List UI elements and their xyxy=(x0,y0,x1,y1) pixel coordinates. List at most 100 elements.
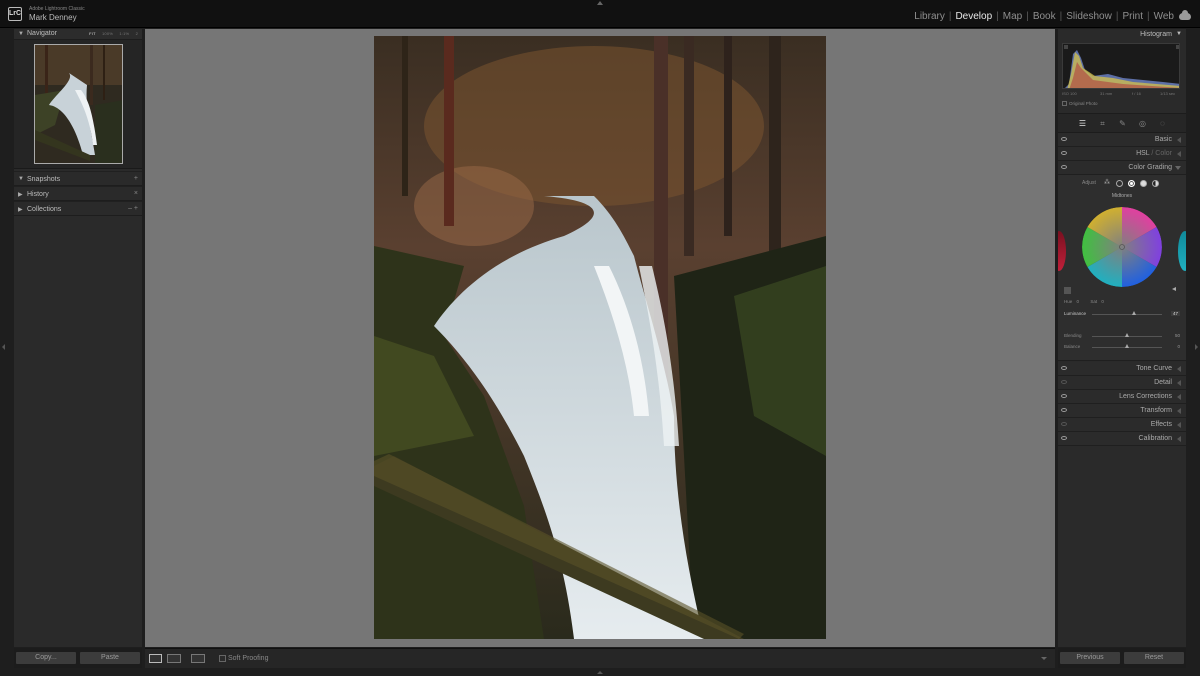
reset-button[interactable]: Reset xyxy=(1124,652,1184,664)
hue-value[interactable]: 0 xyxy=(1077,299,1080,304)
eye-icon[interactable] xyxy=(1061,137,1067,141)
paste-settings-button[interactable]: Paste xyxy=(80,652,140,664)
eye-icon[interactable] xyxy=(1061,408,1067,412)
blending-slider-thumb[interactable] xyxy=(1125,333,1129,337)
midtones-label: Midtones xyxy=(1111,193,1133,199)
bottom-toolbar: Soft Proofing xyxy=(145,648,1055,668)
eye-icon[interactable] xyxy=(1061,151,1067,155)
copy-settings-button[interactable]: Copy... xyxy=(16,652,76,664)
module-map[interactable]: Map xyxy=(1003,11,1022,22)
luminance-slider[interactable] xyxy=(1092,314,1162,315)
lightroom-logo-icon: LrC xyxy=(8,7,22,21)
section-transform[interactable]: Transform xyxy=(1058,404,1186,418)
before-after-icon[interactable] xyxy=(167,654,181,663)
left-panel-toggle-icon[interactable] xyxy=(2,344,5,350)
histogram-header[interactable]: Histogram ▼ xyxy=(1058,29,1186,40)
section-color-grading[interactable]: Color Grading xyxy=(1058,161,1186,175)
compare-view-icon[interactable] xyxy=(191,654,205,663)
section-calibration[interactable]: Calibration xyxy=(1058,432,1186,446)
filmstrip-toggle-icon[interactable] xyxy=(597,671,603,674)
edit-sliders-icon[interactable]: ☰ xyxy=(1078,119,1087,128)
blending-value[interactable]: 50 xyxy=(1175,333,1180,338)
collapse-triangle-icon: ▼ xyxy=(18,31,24,37)
section-basic[interactable]: Basic xyxy=(1058,133,1186,147)
main-photo[interactable] xyxy=(374,36,826,639)
section-detail[interactable]: Detail xyxy=(1058,376,1186,390)
original-photo-checkbox[interactable] xyxy=(1062,101,1067,107)
color-label[interactable]: Color xyxy=(1155,150,1172,157)
color-swatch[interactable] xyxy=(1064,287,1071,294)
previous-button[interactable]: Previous xyxy=(1060,652,1120,664)
snapshots-title: Snapshots xyxy=(27,176,61,183)
hue-label: Hue xyxy=(1064,299,1073,304)
three-way-icon[interactable]: ⁂ xyxy=(1104,180,1111,187)
balance-slider-thumb[interactable] xyxy=(1125,344,1129,348)
module-slideshow[interactable]: Slideshow xyxy=(1066,11,1112,22)
add-snapshot-button[interactable]: + xyxy=(134,175,138,182)
loupe-view-icon[interactable] xyxy=(149,654,162,663)
navigator-thumbnail[interactable] xyxy=(34,44,123,164)
eye-icon[interactable] xyxy=(1061,394,1067,398)
navigator-header[interactable]: ▼ Navigator FIT 100% 1:1% 2 xyxy=(14,29,142,40)
section-effects-title: Effects xyxy=(1150,421,1172,428)
original-photo-row[interactable]: Original Photo xyxy=(1062,101,1098,107)
zoom-custom[interactable]: 2 xyxy=(136,31,138,36)
snapshots-header[interactable]: ▼ Snapshots + xyxy=(14,171,142,186)
section-hsl-color[interactable]: HSL / Color xyxy=(1058,147,1186,161)
original-photo-label: Original Photo xyxy=(1069,101,1098,106)
eye-icon[interactable] xyxy=(1061,422,1067,426)
zoom-100[interactable]: 100% xyxy=(102,31,113,36)
expand-triangle-icon xyxy=(1177,394,1181,400)
right-panel-toggle-icon[interactable] xyxy=(1195,344,1198,350)
luminance-value[interactable]: 47 xyxy=(1170,311,1180,316)
module-web[interactable]: Web xyxy=(1154,11,1174,22)
global-wheel-icon[interactable] xyxy=(1152,180,1159,187)
top-panel-toggle-icon[interactable] xyxy=(597,1,603,5)
zoom-fit[interactable]: FIT xyxy=(89,31,96,36)
soft-proofing-checkbox[interactable] xyxy=(219,655,226,662)
section-tone-curve[interactable]: Tone Curve xyxy=(1058,362,1186,376)
midtones-wheel-icon[interactable] xyxy=(1128,180,1135,187)
collections-header[interactable]: ▶ Collections – + xyxy=(14,201,142,216)
healing-brush-icon[interactable]: ✎ xyxy=(1118,119,1127,128)
hsl-label[interactable]: HSL xyxy=(1136,150,1149,157)
toolbar-menu-chevron-icon[interactable] xyxy=(1041,657,1047,660)
history-header[interactable]: ▶ History × xyxy=(14,186,142,201)
balance-value[interactable]: 0 xyxy=(1177,344,1180,349)
highlights-wheel-peek xyxy=(1178,231,1186,271)
clear-history-button[interactable]: × xyxy=(134,190,138,197)
collections-actions[interactable]: – + xyxy=(128,205,138,212)
image-canvas[interactable] xyxy=(145,29,1055,647)
collections-title: Collections xyxy=(27,206,62,213)
module-book[interactable]: Book xyxy=(1033,11,1056,22)
navigator-preview-area[interactable] xyxy=(14,40,142,169)
soft-proofing-label: Soft Proofing xyxy=(228,655,269,662)
expand-sliders-icon[interactable] xyxy=(1172,287,1176,291)
red-eye-icon[interactable]: ◎ xyxy=(1138,119,1147,128)
histogram[interactable] xyxy=(1062,43,1180,89)
masking-icon[interactable]: ◌ xyxy=(1158,119,1167,128)
cloud-sync-icon[interactable] xyxy=(1179,10,1191,20)
eye-icon[interactable] xyxy=(1061,165,1067,169)
zoom-ratio[interactable]: 1:1% xyxy=(119,31,129,36)
section-lens-corrections[interactable]: Lens Corrections xyxy=(1058,390,1186,404)
section-effects[interactable]: Effects xyxy=(1058,418,1186,432)
eye-icon[interactable] xyxy=(1061,366,1067,370)
shadow-clipping-icon xyxy=(1064,45,1068,49)
crop-icon[interactable]: ⌗ xyxy=(1098,119,1107,128)
module-library[interactable]: Library xyxy=(914,11,945,22)
shadows-wheel-icon[interactable] xyxy=(1116,180,1123,187)
sat-value[interactable]: 0 xyxy=(1101,299,1104,304)
eye-icon[interactable] xyxy=(1061,436,1067,440)
section-detail-title: Detail xyxy=(1154,379,1172,386)
highlights-wheel-icon[interactable] xyxy=(1140,180,1147,187)
eye-icon[interactable] xyxy=(1061,380,1067,384)
shutter-value: 1/13 sec xyxy=(1160,91,1176,96)
module-develop[interactable]: Develop xyxy=(955,11,992,22)
midtones-color-wheel[interactable] xyxy=(1082,207,1162,287)
section-basic-title: Basic xyxy=(1154,136,1172,143)
module-print[interactable]: Print xyxy=(1122,11,1143,22)
histogram-title: Histogram xyxy=(1140,31,1172,38)
develop-tool-strip: ☰ ⌗ ✎ ◎ ◌ xyxy=(1058,113,1186,133)
luminance-slider-thumb[interactable] xyxy=(1132,311,1136,315)
